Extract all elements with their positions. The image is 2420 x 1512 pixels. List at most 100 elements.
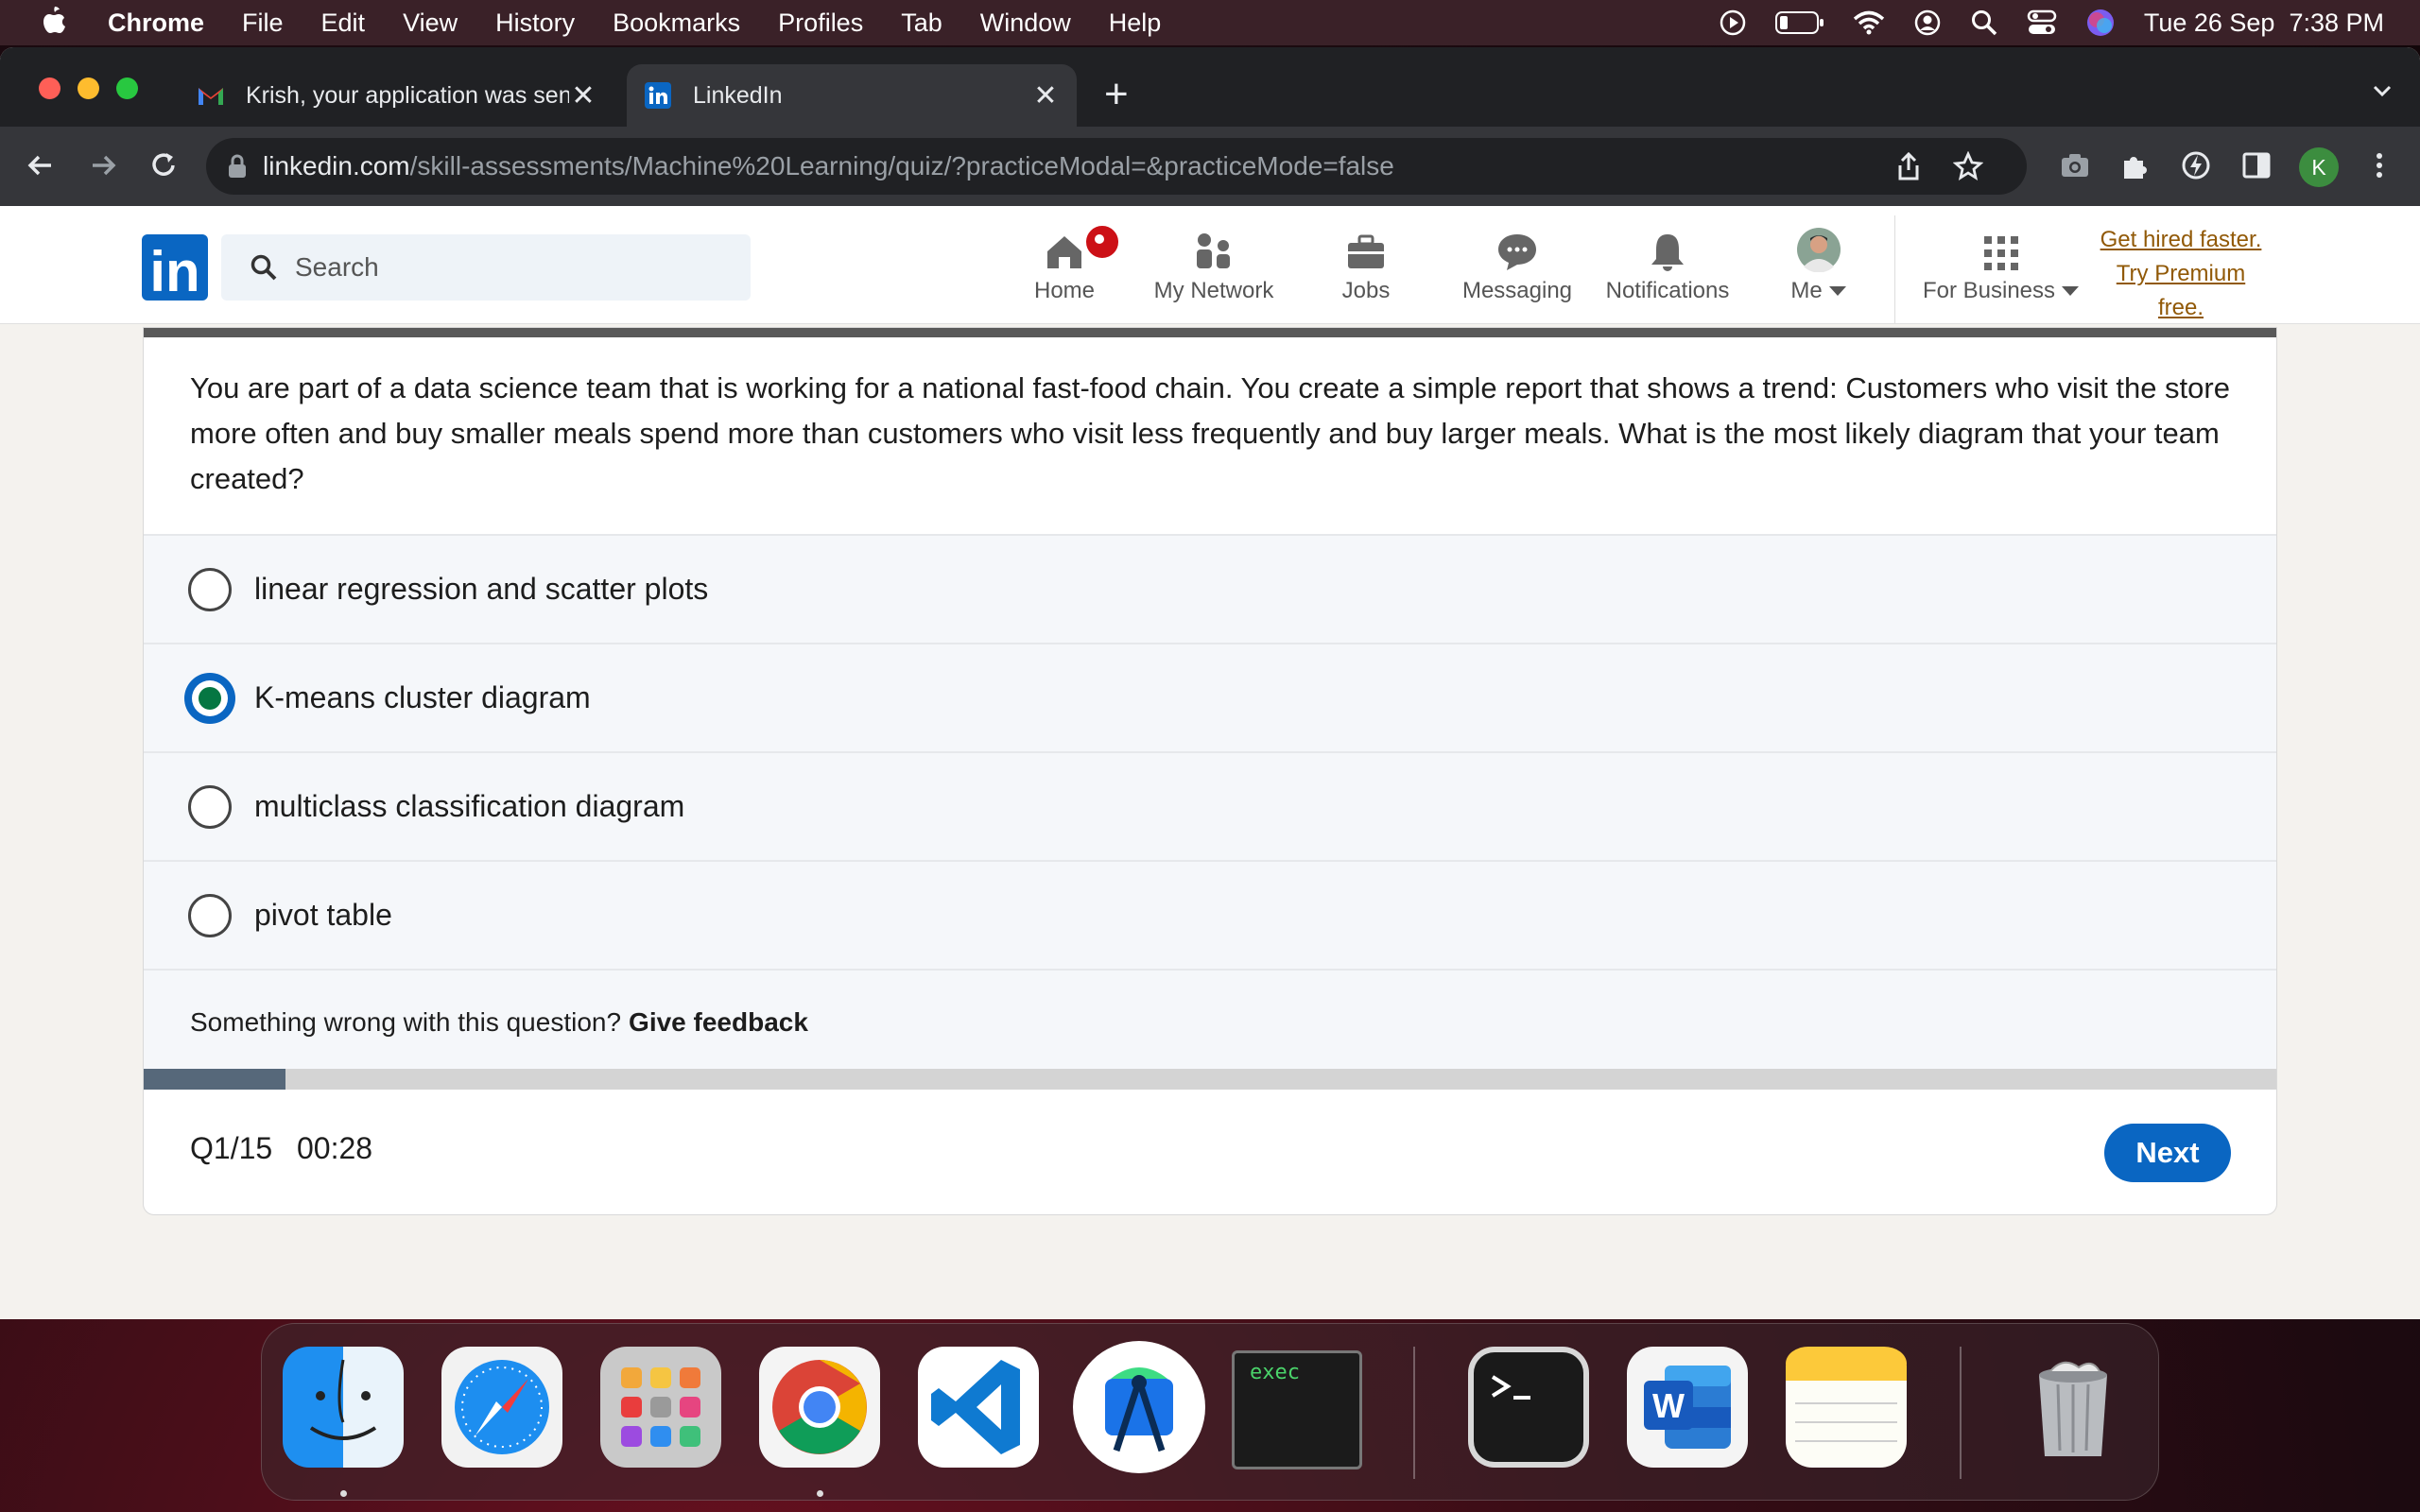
menu-chrome[interactable]: Chrome xyxy=(108,9,204,38)
linkedin-icon xyxy=(645,82,671,109)
control-center-icon[interactable] xyxy=(2027,9,2057,37)
bookmark-star-icon[interactable] xyxy=(1953,151,1983,181)
premium-line: Get hired faster. xyxy=(2100,227,2262,252)
feedback-prompt: Something wrong with this question? xyxy=(190,1007,622,1037)
close-icon[interactable]: ✕ xyxy=(1031,79,1060,112)
menu-tab[interactable]: Tab xyxy=(901,9,942,38)
quiz-progress-fill xyxy=(144,1069,286,1090)
siri-icon[interactable] xyxy=(2085,8,2116,38)
window-minimize-button[interactable] xyxy=(78,77,99,99)
try-premium-link[interactable]: Get hired faster. Try Premium free. xyxy=(2080,223,2282,325)
side-panel-icon[interactable] xyxy=(2240,149,2273,181)
chrome-icon[interactable] xyxy=(759,1347,880,1468)
chevron-down-icon[interactable] xyxy=(2369,77,2395,104)
url-text[interactable]: linkedin.com/skill-assessments/Machine%2… xyxy=(263,151,1394,181)
terminal-icon[interactable] xyxy=(1468,1347,1589,1468)
profile-photo-avatar xyxy=(1797,228,1841,272)
radio-button[interactable] xyxy=(188,784,232,829)
window-zoom-button[interactable] xyxy=(116,77,138,99)
safari-icon[interactable] xyxy=(441,1347,562,1468)
radio-button[interactable] xyxy=(188,567,232,611)
camera-icon[interactable] xyxy=(2059,149,2091,181)
linkedin-logo-icon[interactable]: in xyxy=(142,234,208,301)
nav-label: Me xyxy=(1790,278,1846,304)
menu-profiles[interactable]: Profiles xyxy=(778,9,863,38)
answer-option[interactable]: multiclass classification diagram xyxy=(144,751,2276,860)
search-placeholder: Search xyxy=(295,252,379,282)
extensions-puzzle-icon[interactable] xyxy=(2119,149,2152,181)
menubar-clock[interactable]: Tue 26 Sep 7:38 PM xyxy=(2144,9,2384,38)
nav-messaging[interactable]: Messaging xyxy=(1456,225,1579,304)
tab-strip: Krish, your application was sent to ✕ Li… xyxy=(0,47,2420,127)
notes-icon[interactable] xyxy=(1786,1347,1907,1468)
play-circle-icon[interactable] xyxy=(1719,9,1747,37)
address-bar[interactable]: linkedin.com/skill-assessments/Machine%2… xyxy=(206,138,2027,195)
wifi-icon[interactable] xyxy=(1853,10,1885,35)
lock-icon[interactable] xyxy=(227,154,248,179)
menu-history[interactable]: History xyxy=(495,9,575,38)
question-counter: Q1/15 xyxy=(190,1131,273,1165)
radio-button-selected[interactable] xyxy=(188,676,232,720)
search-input[interactable]: Search xyxy=(221,234,751,301)
window-close-button[interactable] xyxy=(39,77,60,99)
apple-icon[interactable] xyxy=(38,6,70,40)
nav-home[interactable]: Home xyxy=(1028,223,1121,304)
vscode-icon[interactable] xyxy=(918,1347,1039,1468)
more-vertical-icon[interactable] xyxy=(2363,149,2395,181)
tab-linkedin[interactable]: LinkedIn ✕ xyxy=(627,64,1077,127)
answer-label: linear regression and scatter plots xyxy=(254,572,709,606)
tab-title: LinkedIn xyxy=(693,81,783,109)
notification-badge xyxy=(1083,223,1121,261)
feedback-row: Something wrong with this question? Give… xyxy=(144,969,2276,1074)
menu-window[interactable]: Window xyxy=(980,9,1071,38)
user-account-icon[interactable] xyxy=(1913,9,1942,37)
back-arrow-icon[interactable] xyxy=(25,149,57,181)
answer-option-selected[interactable]: K-means cluster diagram xyxy=(144,643,2276,751)
macos-menu-bar: Chrome File Edit View History Bookmarks … xyxy=(0,0,2420,45)
nav-notifications[interactable]: Notifications xyxy=(1599,225,1736,304)
launchpad-icon[interactable] xyxy=(600,1347,721,1468)
answer-option[interactable]: pivot table xyxy=(144,860,2276,969)
menu-help[interactable]: Help xyxy=(1109,9,1162,38)
nav-my-network[interactable]: My Network xyxy=(1148,225,1280,304)
browser-toolbar: linkedin.com/skill-assessments/Machine%2… xyxy=(0,127,2420,206)
answer-option[interactable]: linear regression and scatter plots xyxy=(144,534,2276,643)
next-button[interactable]: Next xyxy=(2104,1124,2231,1182)
nav-jobs[interactable]: Jobs xyxy=(1335,225,1397,304)
exec-terminal-icon[interactable]: exec xyxy=(1232,1350,1362,1469)
close-icon[interactable]: ✕ xyxy=(569,79,597,112)
running-indicator xyxy=(340,1490,347,1497)
profile-avatar[interactable]: K xyxy=(2299,147,2339,187)
url-host: linkedin.com xyxy=(263,151,410,180)
nav-label: Home xyxy=(1033,278,1096,303)
nav-label: Jobs xyxy=(1341,278,1391,303)
exec-label: exec xyxy=(1250,1361,1300,1384)
android-studio-icon[interactable] xyxy=(1073,1341,1205,1473)
battery-icon[interactable] xyxy=(1774,10,1824,35)
menu-bookmarks[interactable]: Bookmarks xyxy=(613,9,740,38)
menu-view[interactable]: View xyxy=(403,9,458,38)
trash-icon[interactable] xyxy=(2013,1347,2134,1468)
radio-button[interactable] xyxy=(188,893,232,937)
word-icon[interactable]: W xyxy=(1627,1347,1748,1468)
menu-file[interactable]: File xyxy=(242,9,284,38)
messaging-icon xyxy=(1498,234,1536,270)
share-icon[interactable] xyxy=(1894,151,1923,181)
quiz-progress-bar xyxy=(144,1069,2276,1090)
nav-for-business[interactable]: For Business xyxy=(1919,225,2083,304)
nav-me[interactable]: Me xyxy=(1787,225,1851,304)
spotlight-search-icon[interactable] xyxy=(1970,9,1998,37)
people-icon xyxy=(1197,233,1230,268)
finder-icon[interactable] xyxy=(283,1347,404,1468)
answer-label: pivot table xyxy=(254,898,392,932)
performance-bolt-icon[interactable] xyxy=(2180,149,2212,181)
new-tab-icon[interactable]: + xyxy=(1104,74,1129,115)
menu-edit[interactable]: Edit xyxy=(321,9,366,38)
answer-label: K-means cluster diagram xyxy=(254,680,591,714)
give-feedback-link[interactable]: Give feedback xyxy=(629,1007,808,1038)
tab-gmail[interactable]: Krish, your application was sent to ✕ xyxy=(180,64,614,127)
premium-line: free. xyxy=(2157,295,2204,320)
answer-label: multiclass classification diagram xyxy=(254,789,685,823)
forward-arrow-icon[interactable] xyxy=(87,149,119,181)
reload-icon[interactable] xyxy=(147,149,180,181)
